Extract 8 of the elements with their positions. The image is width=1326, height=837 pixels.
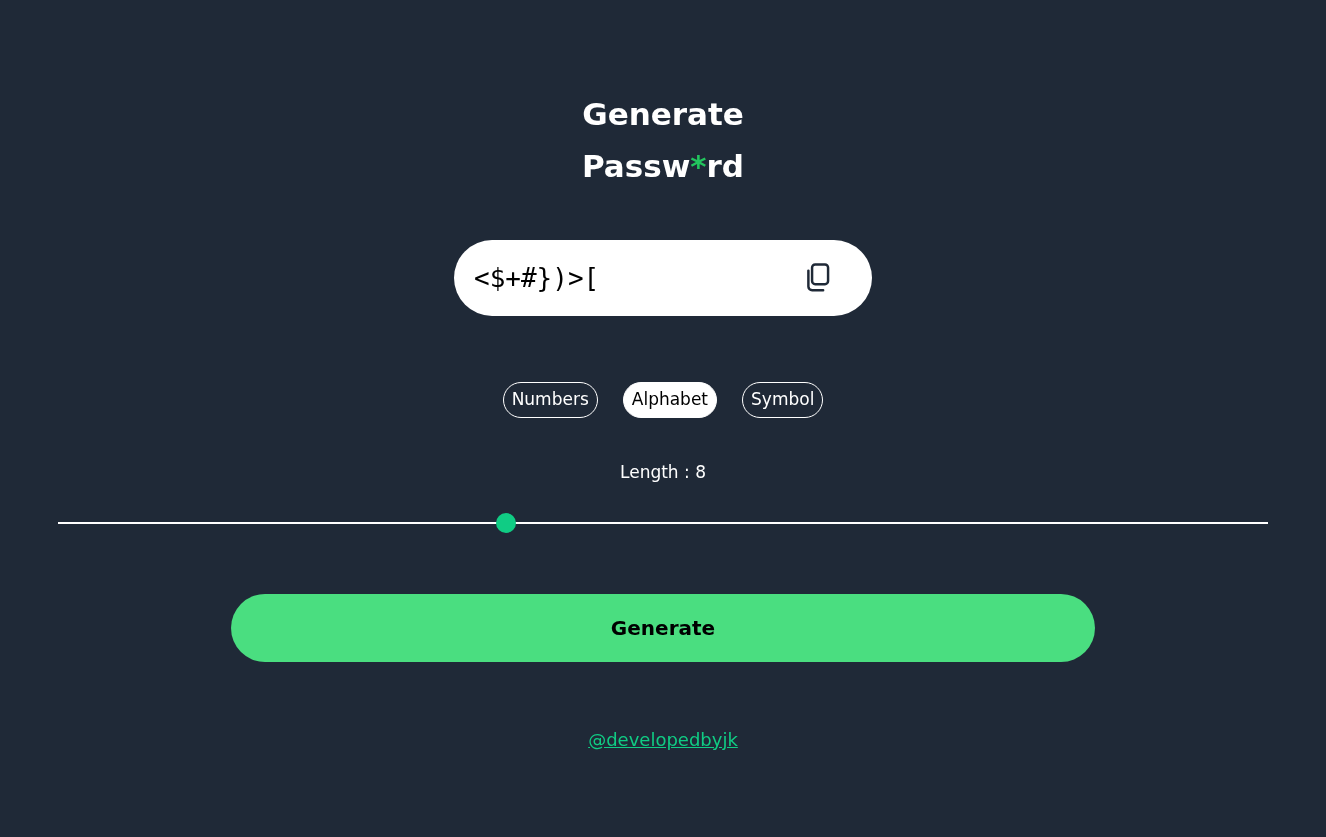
credit-link[interactable]: @developedbyjk [588, 725, 738, 753]
password-field[interactable]: <$+#})>[ [454, 240, 872, 316]
option-toggle[interactable]: Alphabet [622, 382, 718, 418]
length-slider-thumb[interactable] [495, 512, 516, 533]
password-text[interactable]: <$+#})>[ [474, 258, 734, 298]
length-label: Length : 8 [620, 461, 706, 484]
page-title: Generate Passw*rd [581, 95, 745, 186]
generate-button[interactable]: Generate [231, 593, 1095, 662]
